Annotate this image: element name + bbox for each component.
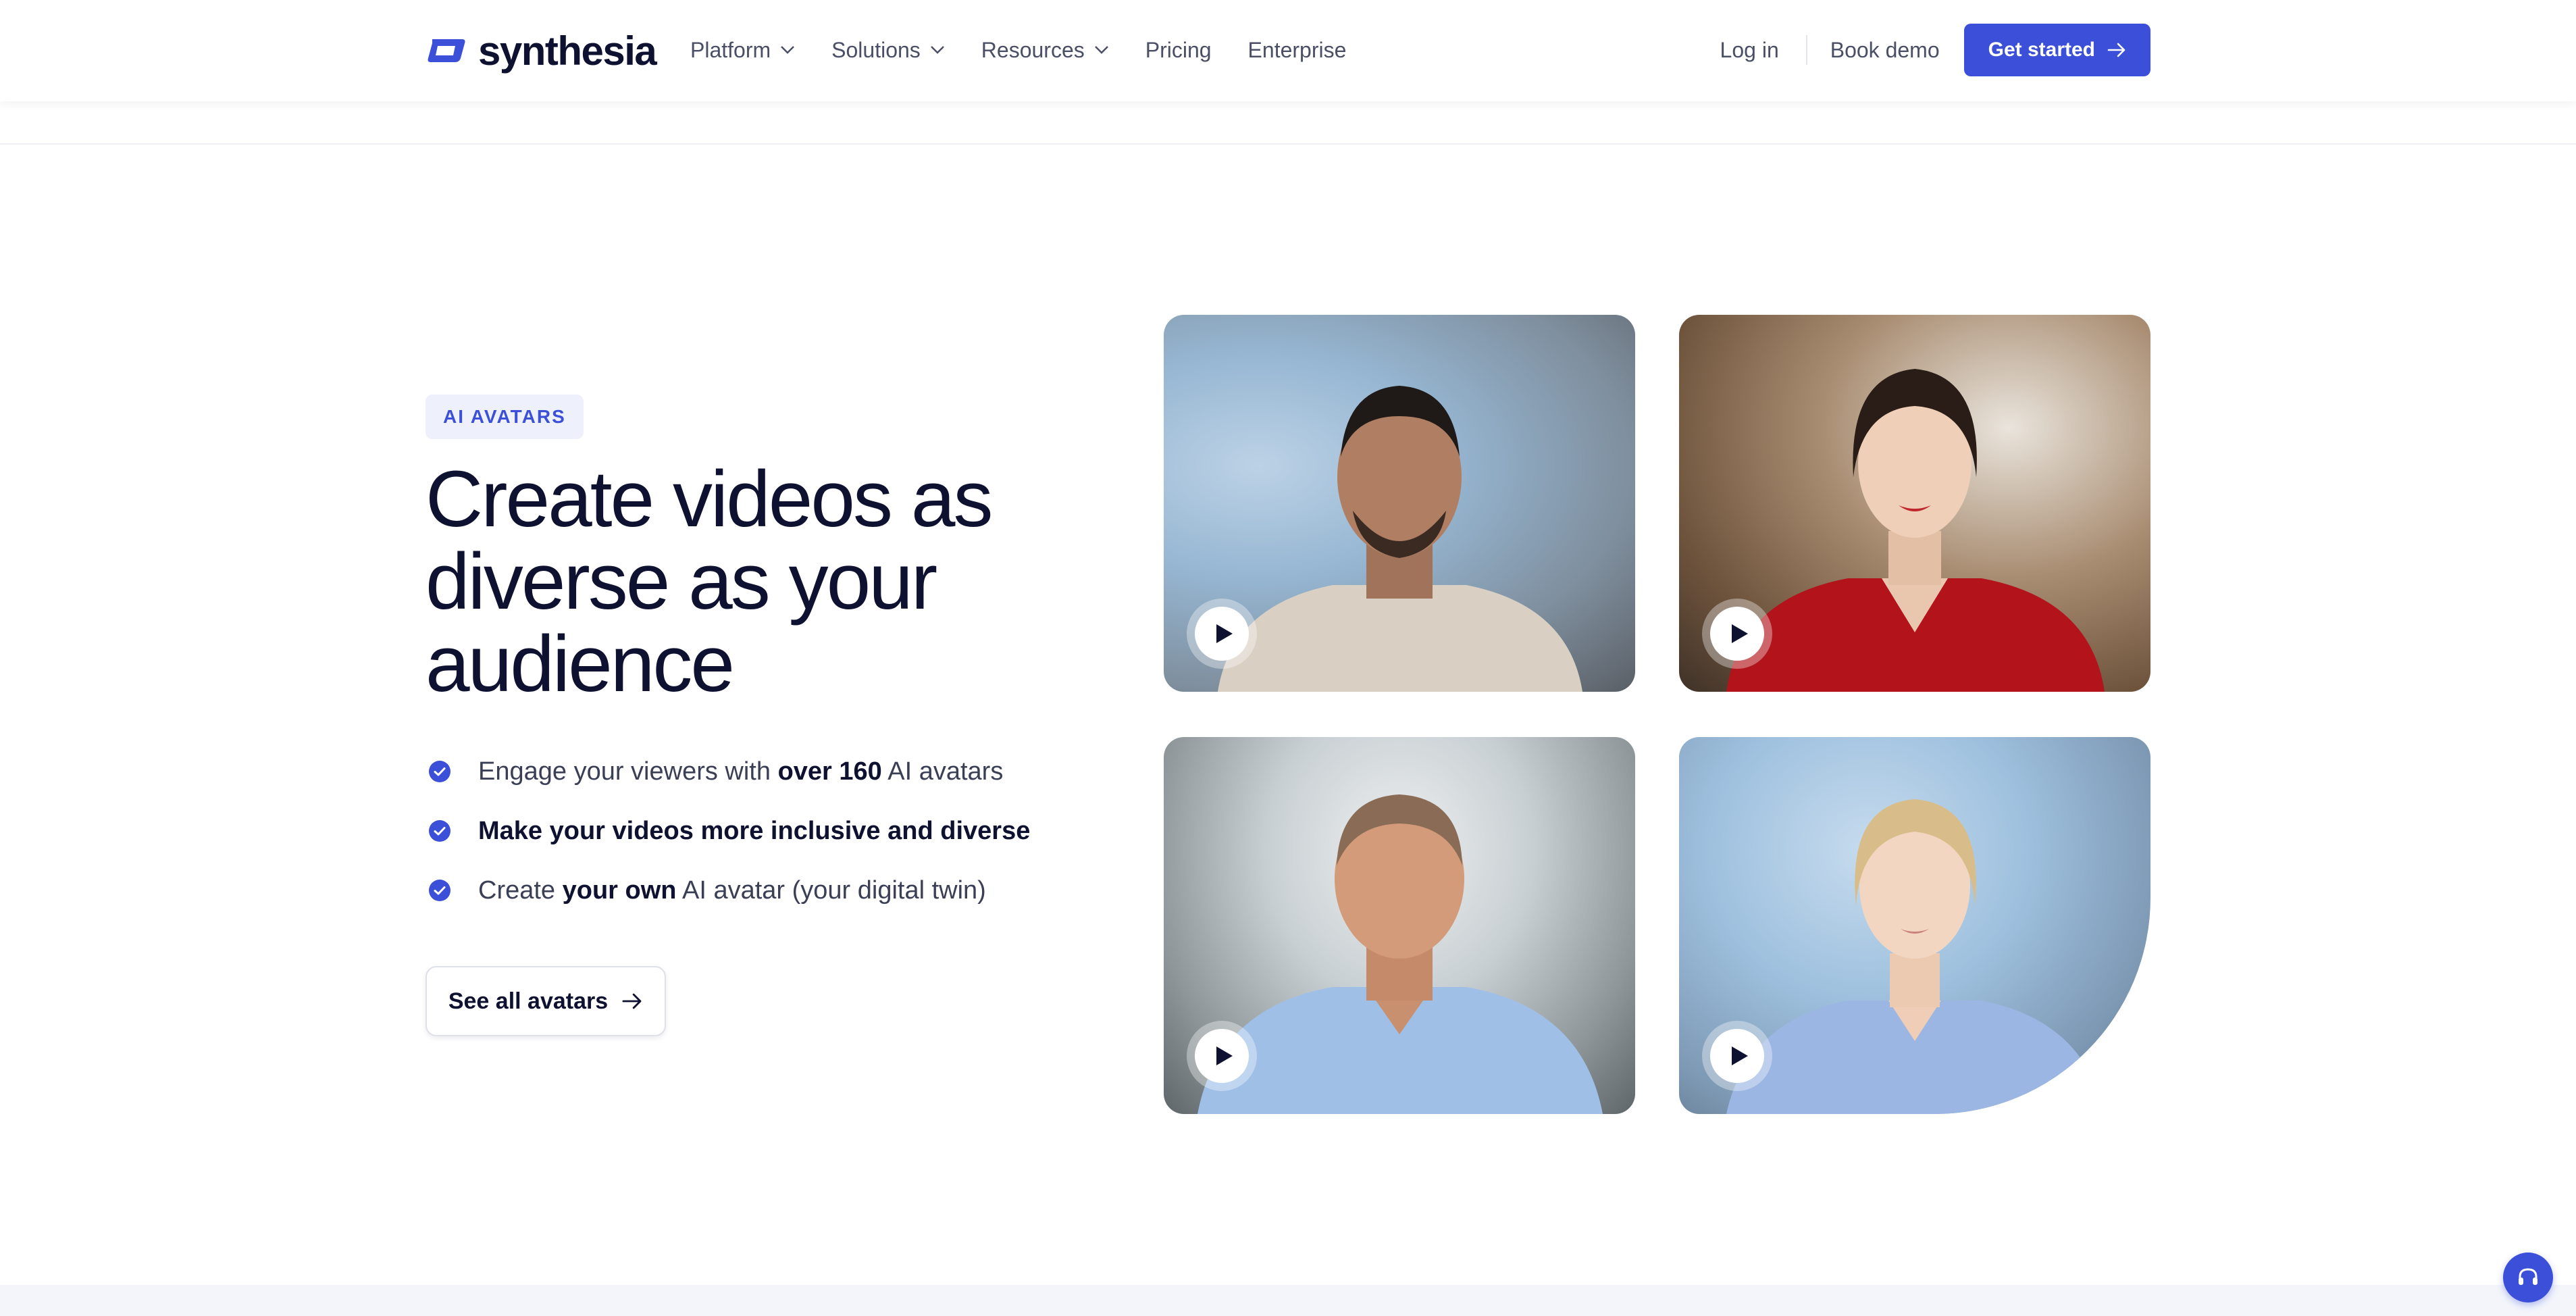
play-button[interactable] [1702, 599, 1772, 669]
nav-pricing[interactable]: Pricing [1145, 38, 1212, 63]
login-link[interactable]: Log in [1720, 38, 1806, 63]
play-icon [1732, 1046, 1748, 1065]
play-icon [1216, 1046, 1233, 1065]
avatar-video-card[interactable] [1164, 737, 1635, 1114]
play-button-inner [1195, 1029, 1249, 1083]
synthesia-logo-icon [428, 39, 465, 62]
nav-solutions-label: Solutions [831, 37, 921, 62]
play-button[interactable] [1187, 1021, 1257, 1091]
avatar-video-card[interactable] [1679, 737, 2150, 1114]
synthesia-logo[interactable]: synthesia [426, 27, 657, 74]
book-demo-link[interactable]: Book demo [1807, 38, 1964, 63]
feature-text: Make your videos more inclusive and dive… [478, 816, 1031, 845]
logo-wordmark: synthesia [478, 28, 657, 74]
nav-enterprise-label: Enterprise [1247, 37, 1347, 62]
nav-resources-label: Resources [981, 37, 1085, 62]
check-circle-icon [429, 761, 450, 782]
header-actions: Log in Book demo Get started [1720, 23, 2150, 77]
feature-list: Engage your viewers with over 160 AI ava… [428, 742, 1104, 920]
section-badge: AI AVATARS [426, 395, 584, 439]
main-nav: Platform Solutions Resources Pricing Ent… [690, 31, 1346, 69]
avatar-video-card[interactable] [1164, 315, 1635, 692]
chevron-down-icon [1094, 46, 1108, 54]
arrow-right-icon [622, 993, 642, 1009]
play-icon [1732, 624, 1748, 643]
feature-text: Create your own AI avatar (your digital … [478, 876, 986, 905]
feature-item: Make your videos more inclusive and dive… [428, 801, 1104, 861]
nav-resources[interactable]: Resources [981, 38, 1109, 63]
nav-platform[interactable]: Platform [690, 38, 795, 63]
get-started-label: Get started [1988, 39, 2095, 61]
see-all-avatars-label: See all avatars [448, 988, 609, 1014]
play-button-inner [1195, 607, 1249, 661]
avatar-video-card[interactable] [1679, 315, 2150, 692]
hero-headline: Create videos as diverse as your audienc… [426, 455, 993, 709]
chevron-down-icon [781, 46, 795, 54]
site-header: synthesia Platform Solutions Resources P… [0, 0, 2576, 101]
play-icon [1216, 624, 1233, 643]
nav-enterprise[interactable]: Enterprise [1248, 38, 1347, 63]
help-chat-button[interactable] [2503, 1252, 2553, 1302]
play-button-inner [1710, 1029, 1764, 1083]
get-started-button[interactable]: Get started [1963, 24, 2150, 76]
section-divider [0, 143, 2576, 145]
check-circle-icon [429, 880, 450, 901]
chevron-down-icon [930, 46, 944, 54]
nav-solutions[interactable]: Solutions [831, 38, 945, 63]
play-button[interactable] [1702, 1021, 1772, 1091]
nav-pricing-label: Pricing [1145, 37, 1212, 62]
nav-platform-label: Platform [690, 37, 771, 62]
next-section-strip [0, 1285, 2576, 1316]
arrow-right-icon [2107, 43, 2126, 57]
check-circle-icon [429, 820, 450, 842]
feature-item: Engage your viewers with over 160 AI ava… [428, 742, 1104, 801]
feature-text: Engage your viewers with over 160 AI ava… [478, 757, 1004, 786]
see-all-avatars-button[interactable]: See all avatars [426, 966, 666, 1036]
headset-icon [2519, 1268, 2538, 1285]
play-button-inner [1710, 607, 1764, 661]
feature-item: Create your own AI avatar (your digital … [428, 861, 1104, 920]
play-button[interactable] [1187, 599, 1257, 669]
